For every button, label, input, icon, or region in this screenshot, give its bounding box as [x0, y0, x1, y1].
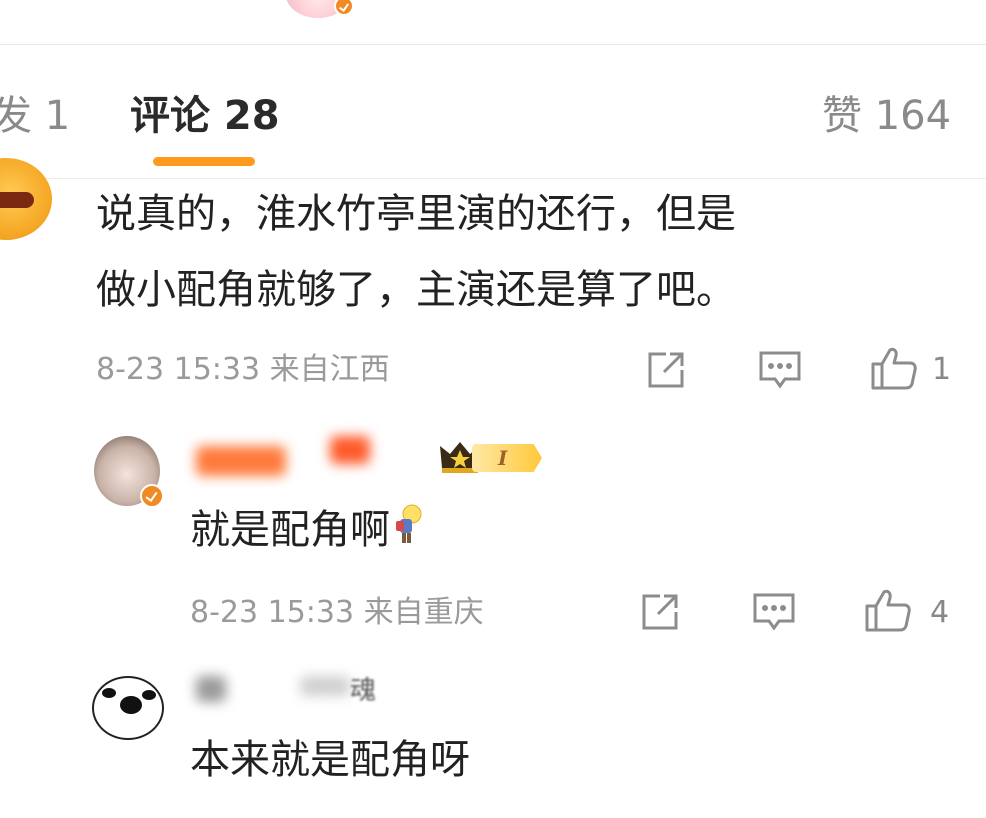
tab-comment[interactable]: 评论 28: [130, 94, 280, 138]
top-bar: [0, 0, 986, 45]
username-partial: 魂: [350, 676, 377, 706]
blurred-username: [330, 436, 370, 464]
active-tab-indicator: [153, 157, 255, 166]
like-icon[interactable]: [870, 346, 918, 390]
blurred-username: [300, 676, 350, 696]
level-badge: I: [472, 444, 542, 472]
reply-text: 就是配角啊: [190, 502, 424, 558]
reply-avatar[interactable]: [92, 676, 164, 740]
tab-bar: 发 1 评论 28 赞 164: [0, 44, 986, 179]
tab-repost[interactable]: 发 1: [0, 94, 70, 138]
blurred-username: [196, 676, 226, 702]
reply-text: 本来就是配角呀: [190, 737, 470, 783]
like-count: 4: [930, 595, 950, 630]
verified-badge-icon: [140, 484, 164, 508]
comment-meta: 8-23 15:33 来自江西: [96, 352, 390, 387]
share-icon[interactable]: [640, 592, 680, 632]
tab-like[interactable]: 赞 164: [822, 94, 951, 138]
reply-meta: 8-23 15:33 来自重庆: [190, 595, 484, 630]
comment-text-line-1: 说真的，淮水竹亭里演的还行，但是: [96, 191, 736, 237]
like-icon[interactable]: [864, 588, 912, 632]
share-icon[interactable]: [646, 350, 686, 390]
comment-icon[interactable]: [758, 350, 802, 390]
blurred-username: [196, 446, 286, 476]
verified-badge-icon: [334, 0, 354, 16]
like-count: 1: [932, 352, 952, 387]
comment-icon[interactable]: [752, 592, 796, 632]
bulb-emoji-icon: [390, 503, 424, 543]
comment-text-line-2: 做小配角就够了，主演还是算了吧。: [96, 267, 736, 313]
